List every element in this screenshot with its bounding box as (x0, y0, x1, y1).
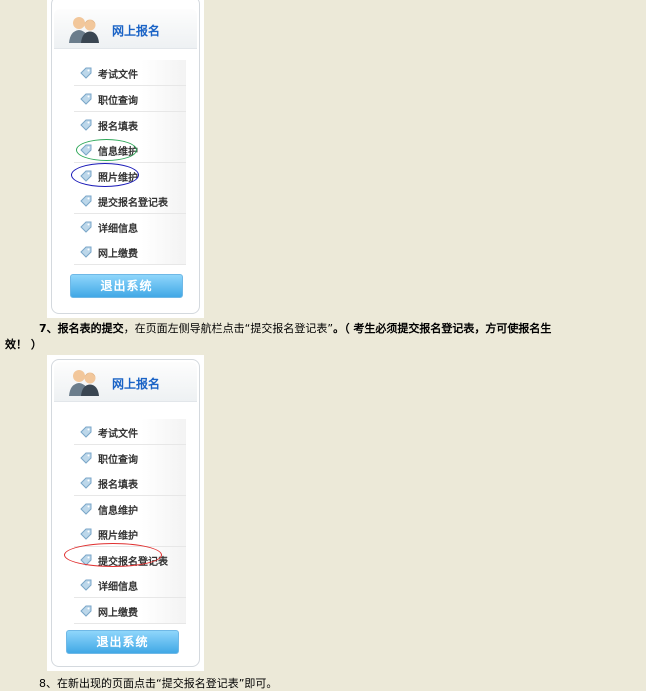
step-8-text: 8、在新出现的页面点击“提交报名登记表”即可。 (39, 677, 278, 690)
menu-label: 考试文件 (98, 429, 138, 440)
tag-icon (80, 605, 92, 617)
menu-item-online-payment[interactable]: 网上缴费 (74, 598, 186, 624)
menu-item-position-query[interactable]: 职位查询 (74, 445, 186, 471)
menu-label: 信息维护 (98, 506, 138, 517)
tag-icon (80, 119, 92, 131)
step-sep: ， (123, 322, 135, 335)
logout-button[interactable]: 退出系统 (66, 630, 179, 654)
tag-icon (80, 579, 92, 591)
tag-icon (80, 452, 92, 464)
step-note: （ 考生必须提交报名登记表，方可使报名生 (344, 322, 552, 335)
menu-item-position-query[interactable]: 职位查询 (74, 86, 186, 112)
tag-icon (80, 528, 92, 540)
step-bold: 报名表的提交 (57, 322, 124, 335)
users-icon (69, 17, 99, 43)
step-note-end: 效！ ） (5, 338, 42, 351)
menu-item-exam-docs[interactable]: 考试文件 (74, 419, 186, 445)
nav-panel-2: 网上报名 考试文件 职位查询 报名填表 信息维护 照片维护 提交报名登记表 详细… (47, 355, 204, 671)
tag-icon (80, 426, 92, 438)
menu-label: 职位查询 (98, 455, 138, 466)
menu-item-info-maintain[interactable]: 信息维护 (74, 496, 186, 522)
highlight-circle-blue (71, 163, 139, 187)
panel-title: 网上报名 (112, 24, 161, 38)
panel-header: 网上报名 (54, 362, 197, 402)
step-7-line-1: 7、报名表的提交，在页面左侧导航栏点击“提交报名登记表”。（ 考生必须提交报名登… (39, 321, 551, 337)
menu-item-details[interactable]: 详细信息 (74, 214, 186, 240)
highlight-circle-green (76, 139, 137, 161)
menu-label: 考试文件 (98, 70, 138, 81)
menu-label: 详细信息 (98, 582, 138, 593)
tag-icon (80, 67, 92, 79)
nav-panel-1: 网上报名 考试文件 职位查询 报名填表 信息维护 照片维护 提交报名登记表 详细… (47, 0, 204, 318)
step-7-line-2: 效！ ） (5, 337, 42, 353)
menu-item-fill-form[interactable]: 报名填表 (74, 470, 186, 496)
menu-label: 网上缴费 (98, 608, 138, 619)
tag-icon (80, 93, 92, 105)
tag-icon (80, 195, 92, 207)
menu-item-exam-docs[interactable]: 考试文件 (74, 60, 186, 86)
menu-label: 职位查询 (98, 96, 138, 107)
step-num: 7、 (39, 322, 58, 335)
menu-item-details[interactable]: 详细信息 (74, 572, 186, 598)
tag-icon (80, 221, 92, 233)
menu-label: 报名填表 (98, 480, 138, 491)
step-text: 在页面左侧导航栏点击 (134, 322, 245, 335)
menu-label: 报名填表 (98, 122, 138, 133)
tag-icon (80, 477, 92, 489)
nav-panel-frame: 网上报名 考试文件 职位查询 报名填表 信息维护 照片维护 提交报名登记表 详细… (51, 359, 200, 667)
menu-item-submit-form[interactable]: 提交报名登记表 (74, 188, 186, 214)
highlight-circle-red (64, 543, 162, 567)
tag-icon (80, 246, 92, 258)
menu-label: 提交报名登记表 (98, 198, 168, 209)
menu-label: 详细信息 (98, 224, 138, 235)
step-end: 。 (333, 322, 345, 335)
menu-label: 网上缴费 (98, 249, 138, 260)
menu-label: 照片维护 (98, 531, 138, 542)
users-icon (69, 370, 99, 396)
panel-title: 网上报名 (112, 377, 161, 391)
panel-header: 网上报名 (54, 9, 197, 49)
step-quoted: “提交报名登记表” (244, 322, 334, 335)
step-8-line: 8、在新出现的页面点击“提交报名登记表”即可。 (39, 676, 277, 691)
tag-icon (80, 503, 92, 515)
logout-button[interactable]: 退出系统 (70, 274, 183, 298)
menu-item-online-payment[interactable]: 网上缴费 (74, 239, 186, 265)
menu-item-fill-form[interactable]: 报名填表 (74, 112, 186, 138)
